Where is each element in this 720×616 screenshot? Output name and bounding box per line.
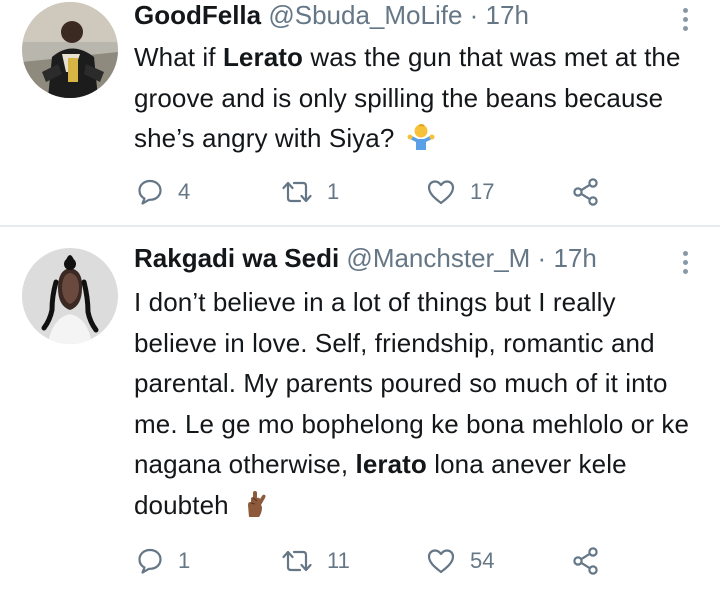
retweet-icon <box>282 181 312 203</box>
avatar[interactable] <box>22 2 118 98</box>
display-name[interactable]: GoodFella <box>134 0 261 30</box>
person-shrugging-icon <box>406 122 436 152</box>
user-handle[interactable]: @Sbuda_MoLife <box>268 0 462 30</box>
more-options-icon[interactable] <box>680 247 690 277</box>
timestamp[interactable]: 17h <box>486 0 529 30</box>
avatar[interactable] <box>22 248 118 344</box>
share-button[interactable] <box>571 177 601 207</box>
share-icon <box>573 547 598 575</box>
tweet-header: GoodFella @Sbuda_MoLife · 17h <box>134 0 529 30</box>
separator: · <box>530 243 554 273</box>
text-highlight: Lerato <box>222 42 303 72</box>
retweet-count: 11 <box>327 548 350 573</box>
share-button[interactable] <box>571 546 601 576</box>
like-button[interactable]: 17 <box>426 177 494 207</box>
reply-count: 4 <box>178 179 191 204</box>
crossed-fingers-icon <box>240 489 270 519</box>
heart-icon <box>427 180 455 205</box>
retweet-count: 1 <box>327 179 340 204</box>
more-options-icon[interactable] <box>680 4 690 34</box>
tweet-header: Rakgadi wa Sedi @Manchster_M · 17h <box>134 243 597 273</box>
reply-icon <box>138 179 162 205</box>
user-handle[interactable]: @Manchster_M <box>346 243 530 273</box>
text-segment: What if <box>134 42 223 72</box>
like-count: 54 <box>470 548 495 573</box>
reply-button[interactable]: 4 <box>136 177 190 207</box>
display-name[interactable]: Rakgadi wa Sedi <box>134 243 339 273</box>
reply-button[interactable]: 1 <box>136 546 190 576</box>
tweet[interactable]: Rakgadi wa Sedi @Manchster_M · 17h I don… <box>0 227 720 616</box>
retweet-button[interactable]: 11 <box>281 546 350 576</box>
share-icon <box>573 178 598 206</box>
retweet-icon <box>282 550 312 572</box>
tweet-actions: 4 1 17 <box>0 177 720 207</box>
reply-icon <box>138 548 162 574</box>
timestamp[interactable]: 17h <box>553 243 596 273</box>
heart-icon <box>427 549 455 574</box>
like-count: 17 <box>470 179 495 204</box>
tweet-text: What if Lerato was the gun that was met … <box>134 37 704 159</box>
tweet-actions: 1 11 54 <box>0 546 720 576</box>
tweet-text: I don’t believe in a lot of things but I… <box>134 282 704 525</box>
text-highlight: lerato <box>355 449 427 479</box>
like-button[interactable]: 54 <box>426 546 494 576</box>
retweet-button[interactable]: 1 <box>281 177 339 207</box>
separator: · <box>462 0 486 30</box>
reply-count: 1 <box>178 548 191 573</box>
tweet[interactable]: GoodFella @Sbuda_MoLife · 17h What if Le… <box>0 0 720 225</box>
